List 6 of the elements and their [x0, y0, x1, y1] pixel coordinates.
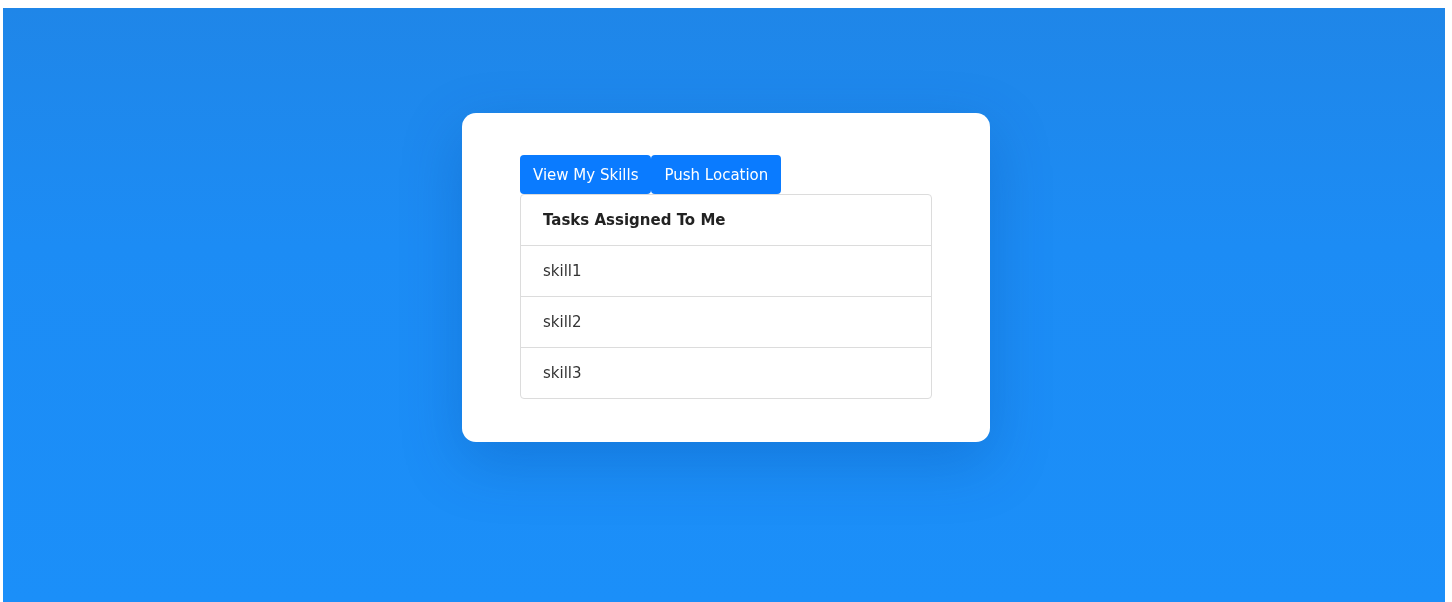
list-header: Tasks Assigned To Me: [542, 210, 727, 231]
list-item: skill1: [521, 245, 931, 296]
action-button[interactable]: Push Location: [651, 155, 782, 194]
action-button[interactable]: View My Skills: [520, 155, 652, 194]
list-item: skill3: [521, 347, 931, 398]
list-item: skill2: [521, 296, 931, 347]
